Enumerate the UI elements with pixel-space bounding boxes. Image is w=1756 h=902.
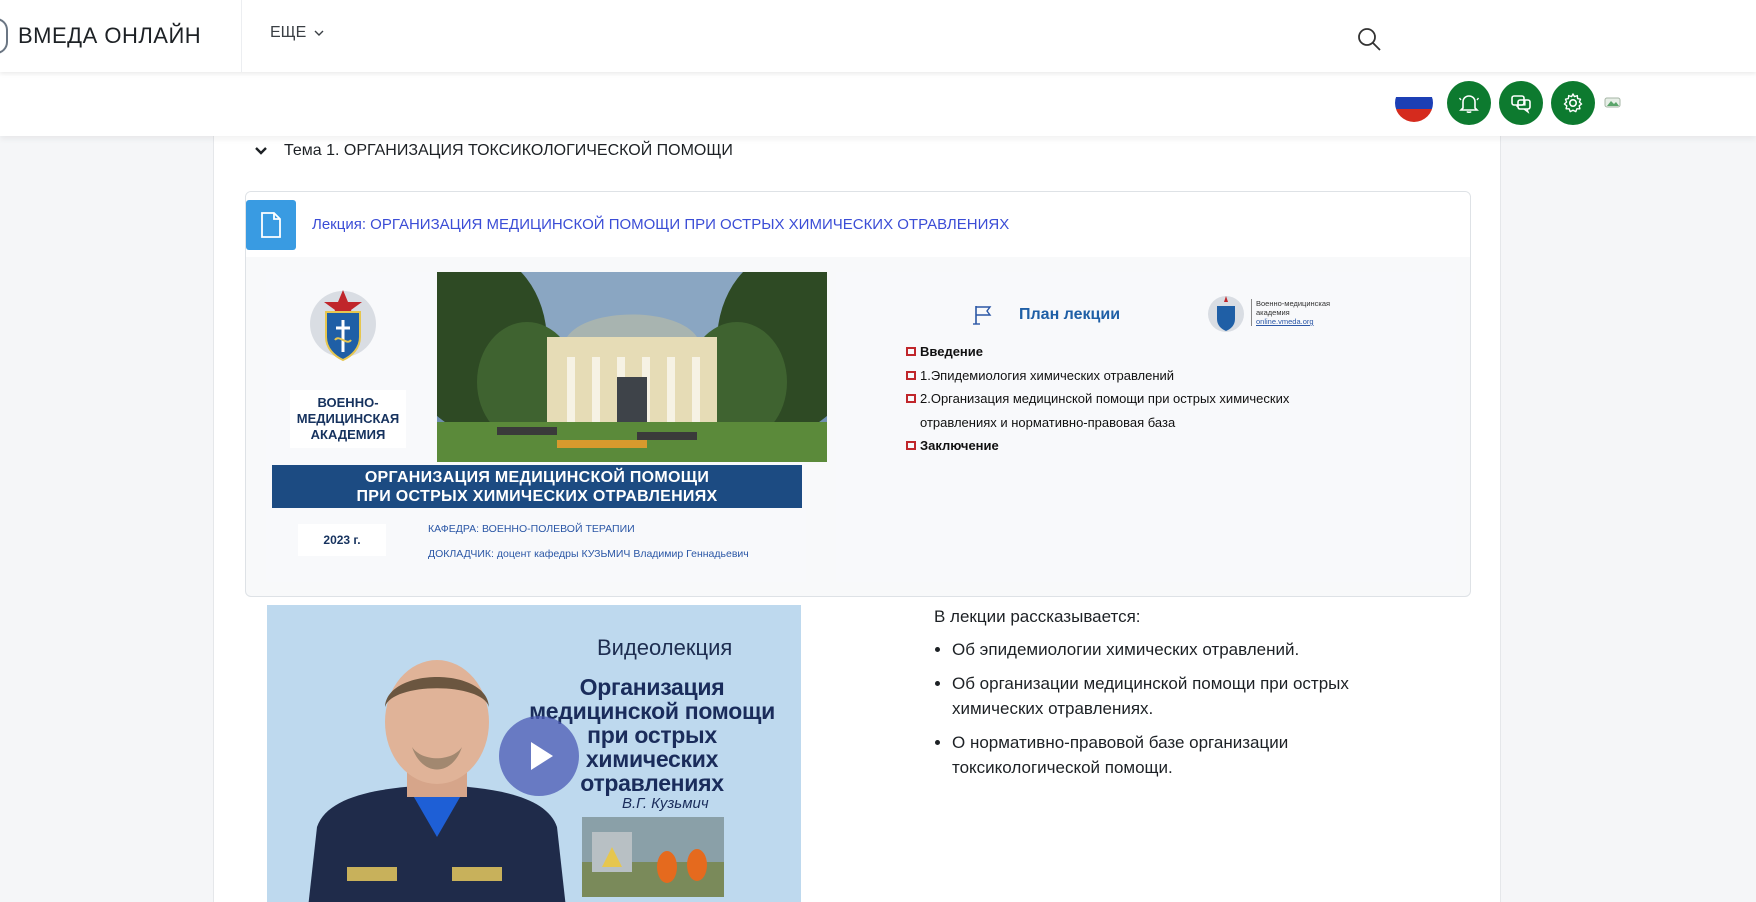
- plan-item: Заключение: [906, 434, 1366, 458]
- play-button[interactable]: [499, 716, 579, 796]
- plan-list: Введение 1.Эпидемиология химических отра…: [906, 340, 1366, 458]
- square-bullet-icon: [906, 347, 916, 356]
- slide-department: КАФЕДРА: ВОЕННО-ПОЛЕВОЙ ТЕРАПИИ: [428, 523, 635, 535]
- settings-button[interactable]: [1551, 81, 1595, 125]
- secondary-navbar: [0, 72, 1756, 136]
- document-icon: [246, 199, 296, 250]
- lecture-slides-preview: ВОЕННО- МЕДИЦИНСКАЯ АКАДЕМИЯ ОРГАНИЗАЦИЯ…: [246, 257, 1470, 596]
- slide-speaker: ДОКЛАДЧИК: доцент кафедры КУЗЬМИЧ Владим…: [428, 548, 749, 560]
- plan-item-text: Введение: [920, 344, 983, 359]
- more-menu[interactable]: ЕЩЕ: [270, 24, 324, 42]
- bell-icon: [1458, 95, 1480, 114]
- plan-item: 2.Организация медицинской помощи при ост…: [906, 387, 1366, 434]
- description-intro: В лекции рассказывается:: [934, 607, 1141, 626]
- logo-line: Военно-медицинская: [1256, 299, 1331, 308]
- lecture-description: В лекции рассказывается: Об эпидемиологи…: [934, 604, 1394, 789]
- video-title-line: медицинской помощи: [529, 698, 775, 724]
- plan-item: Введение: [906, 340, 1366, 364]
- plan-title: План лекции: [1019, 306, 1121, 323]
- more-menu-label: ЕЩЕ: [270, 24, 307, 41]
- activity-header: Лекция: ОРГАНИЗАЦИЯ МЕДИЦИНСКОЙ ПОМОЩИ П…: [246, 192, 1470, 257]
- academy-name-line: ВОЕННО-: [317, 395, 379, 410]
- video-author: В.Г. Кузьмич: [622, 795, 709, 812]
- lecture-activity: Лекция: ОРГАНИЗАЦИЯ МЕДИЦИНСКОЙ ПОМОЩИ П…: [245, 191, 1471, 597]
- play-icon: [531, 742, 553, 770]
- brand-title[interactable]: ВМЕДА ОНЛАЙН: [18, 23, 201, 49]
- academy-emblem-icon: [310, 290, 376, 362]
- top-navbar: ВМЕДА ОНЛАЙН ЕЩЕ: [0, 0, 1756, 72]
- square-bullet-icon: [906, 441, 916, 450]
- plan-item-text: Заключение: [920, 438, 999, 453]
- banner-line: ПРИ ОСТРЫХ ХИМИЧЕСКИХ ОТРАВЛЕНИЯХ: [356, 488, 718, 505]
- academy-building-photo: [437, 272, 827, 462]
- messages-button[interactable]: [1499, 81, 1543, 125]
- description-item: Об организации медицинской помощи при ос…: [952, 671, 1394, 721]
- academy-name-line: АКАДЕМИЯ: [310, 427, 386, 442]
- logo-url: online.vmeda.org: [1256, 317, 1314, 326]
- academy-emblem-icon: [1208, 296, 1244, 332]
- user-avatar-icon[interactable]: [1604, 94, 1622, 110]
- video-title-line: Организация: [579, 674, 725, 700]
- chevron-down-icon: [314, 30, 324, 36]
- plan-item-text: 1.Эпидемиология химических отравлений: [920, 367, 1175, 383]
- description-list: Об эпидемиологии химических отравлений. …: [934, 637, 1394, 780]
- section-toggle[interactable]: Тема 1. ОРГАНИЗАЦИЯ ТОКСИКОЛОГИЧЕСКОЙ ПО…: [254, 142, 733, 160]
- course-content: Тема 1. ОРГАНИЗАЦИЯ ТОКСИКОЛОГИЧЕСКОЙ ПО…: [213, 136, 1501, 902]
- plan-slide: План лекции Военно-медицинская академия …: [836, 272, 1456, 582]
- video-label: Видеолекция: [597, 635, 733, 660]
- russia-flag-icon[interactable]: [1395, 84, 1433, 122]
- banner-line: ОРГАНИЗАЦИЯ МЕДИЦИНСКОЙ ПОМОЩИ: [364, 469, 710, 486]
- slide-title-banner: ОРГАНИЗАЦИЯ МЕДИЦИНСКОЙ ПОМОЩИ ПРИ ОСТРЫ…: [272, 465, 802, 508]
- video-lecture-player[interactable]: Видеолекция Организация медицинской помо…: [267, 605, 801, 902]
- plan-item: 1.Эпидемиология химических отравлений: [906, 364, 1366, 388]
- academy-name-box: ВОЕННО- МЕДИЦИНСКАЯ АКАДЕМИЯ: [290, 390, 406, 448]
- description-item: Об эпидемиологии химических отравлений.: [952, 637, 1394, 662]
- rescue-scene-photo: [582, 817, 724, 897]
- flag-icon: [973, 306, 992, 325]
- academy-mini-logo-text: Военно-медицинская академия online.vmeda…: [1251, 299, 1330, 326]
- section-title[interactable]: Тема 1. ОРГАНИЗАЦИЯ ТОКСИКОЛОГИЧЕСКОЙ ПО…: [284, 142, 733, 160]
- description-item: О нормативно-правовой базе организации т…: [952, 730, 1394, 780]
- academy-name-line: МЕДИЦИНСКАЯ: [296, 411, 400, 426]
- gear-icon: [1563, 93, 1583, 113]
- lecture-link[interactable]: Лекция: ОРГАНИЗАЦИЯ МЕДИЦИНСКОЙ ПОМОЩИ П…: [312, 216, 1009, 233]
- square-bullet-icon: [906, 394, 916, 403]
- search-icon[interactable]: [1356, 26, 1382, 52]
- brand[interactable]: ВМЕДА ОНЛАЙН: [0, 0, 242, 72]
- chevron-down-icon[interactable]: [254, 144, 268, 158]
- chat-icon: [1511, 95, 1531, 114]
- title-slide: ВОЕННО- МЕДИЦИНСКАЯ АКАДЕМИЯ ОРГАНИЗАЦИЯ…: [266, 272, 827, 582]
- logo-line: академия: [1256, 308, 1290, 317]
- plan-item-text: 2.Организация медицинской помощи при ост…: [920, 391, 1290, 430]
- brand-logo-icon: [0, 18, 8, 54]
- square-bullet-icon: [906, 370, 916, 380]
- slide-year: 2023 г.: [298, 524, 386, 556]
- notifications-button[interactable]: [1447, 81, 1491, 125]
